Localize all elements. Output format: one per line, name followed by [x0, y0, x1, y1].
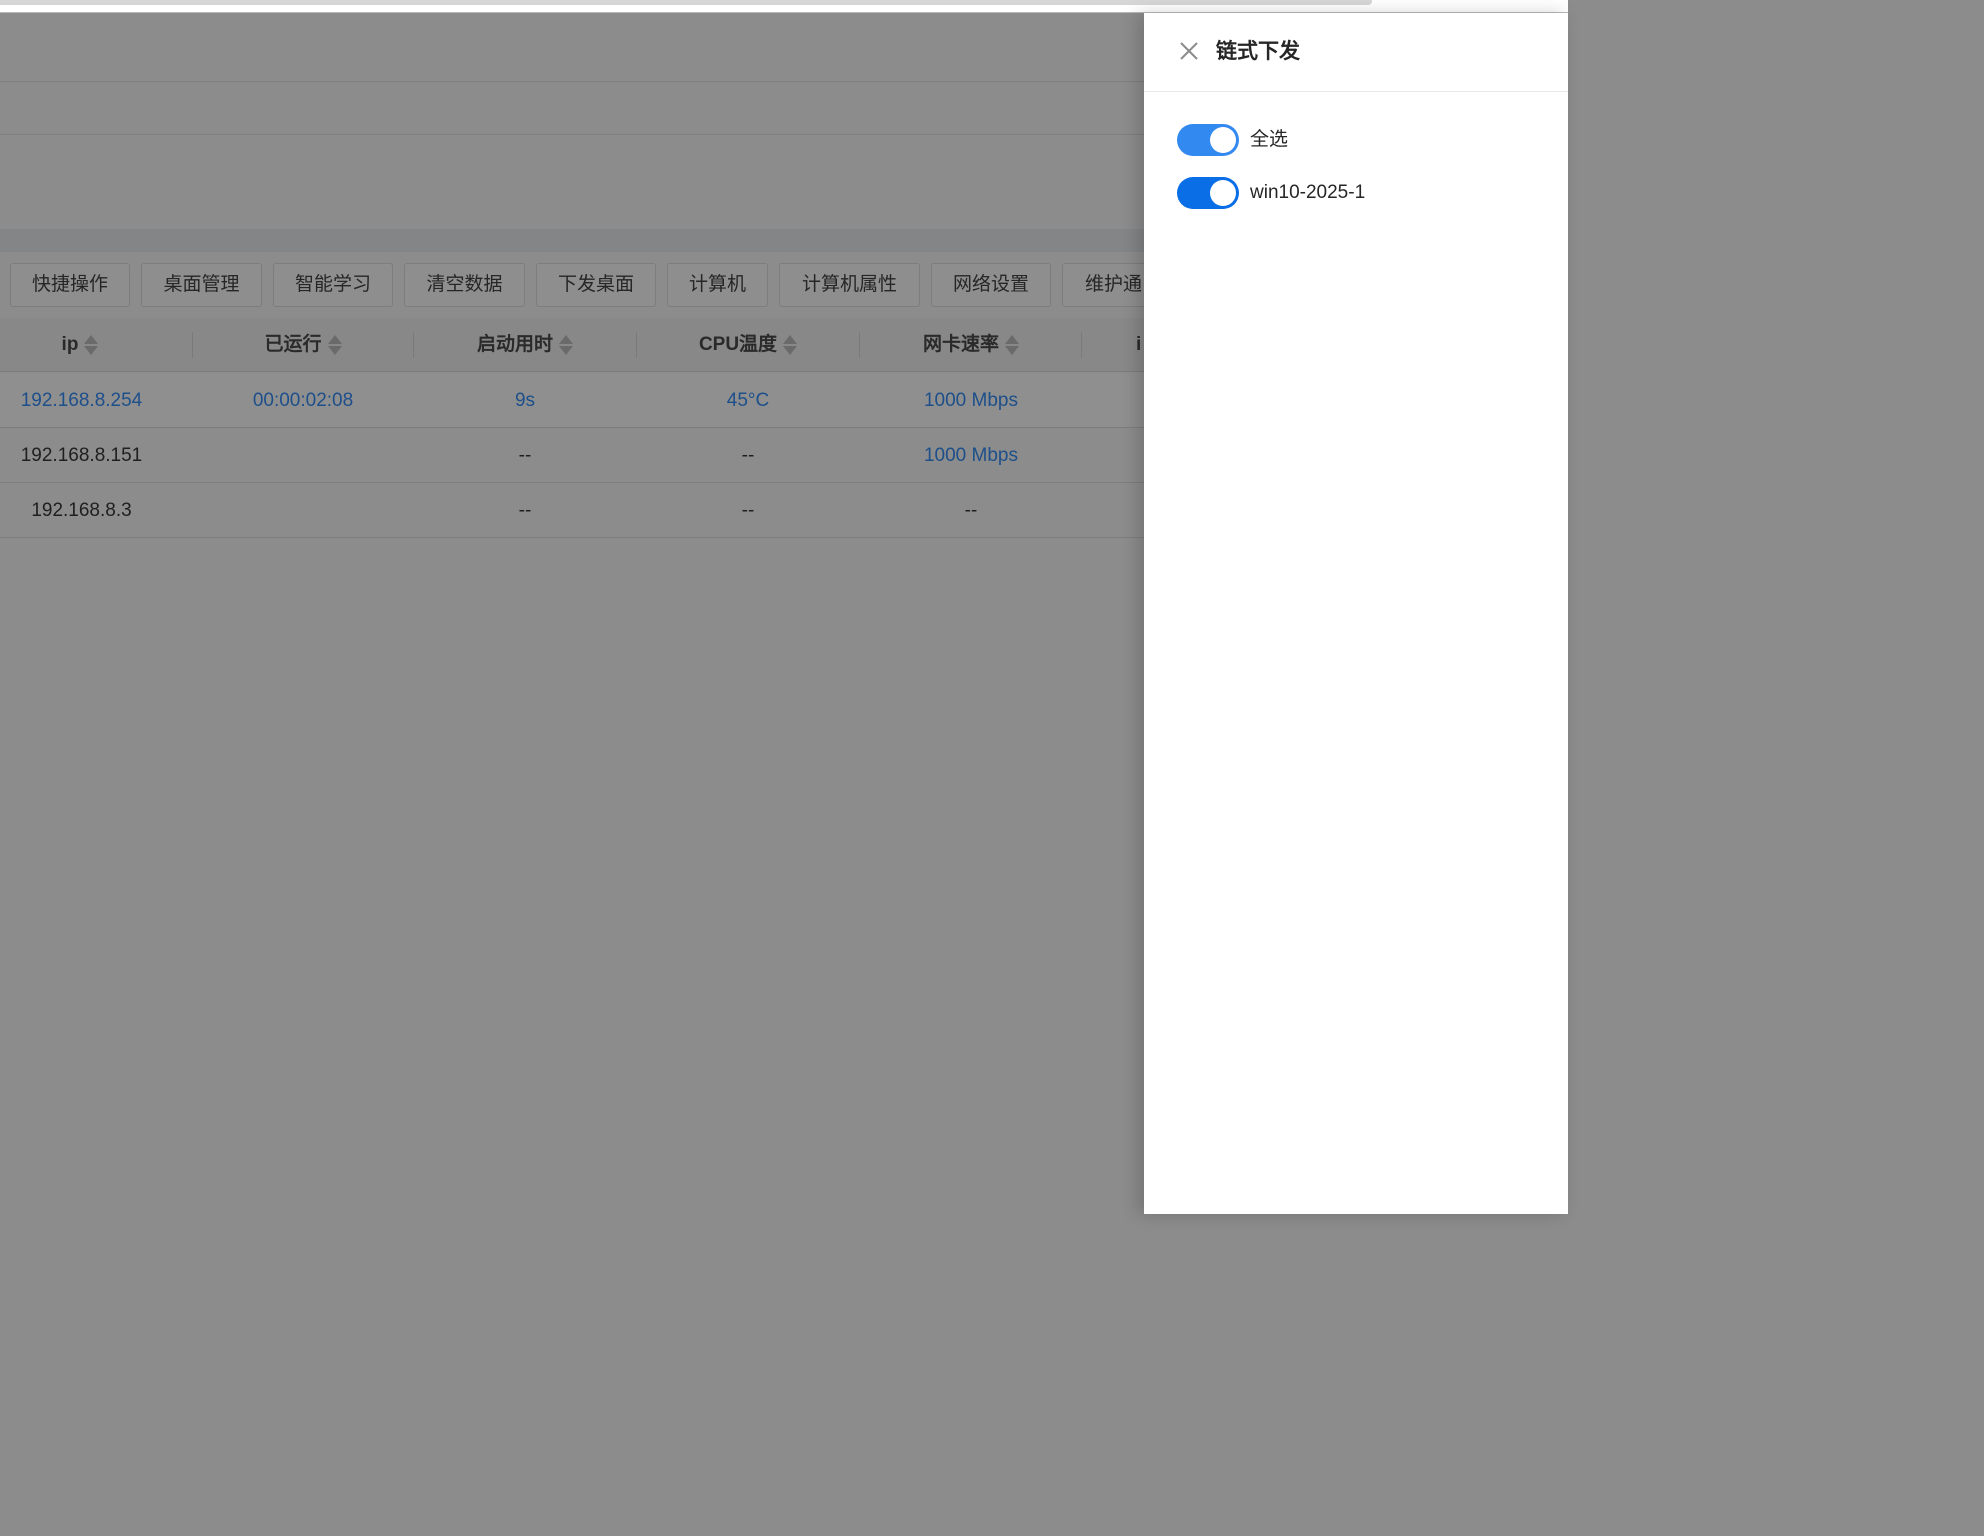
select-all-row: 全选 [1177, 124, 1537, 156]
maintenance-channel-button[interactable]: 维护通 [1062, 263, 1144, 307]
quick-actions-button[interactable]: 快捷操作 [10, 263, 130, 307]
sort-icon[interactable] [84, 334, 99, 356]
desktop-option-switch[interactable] [1177, 177, 1239, 209]
background-page: 快捷操作 桌面管理 智能学习 清空数据 下发桌面 计算机 计算机属性 网络设置 … [0, 13, 1144, 1214]
sort-icon[interactable] [1005, 334, 1019, 356]
sort-icon[interactable] [783, 334, 798, 356]
table-row[interactable]: 192.168.8.3 -- -- -- [0, 483, 1144, 538]
cell-nic-speed: -- [964, 500, 978, 521]
sort-icon[interactable] [327, 334, 342, 356]
cell-boot-time: 9s [514, 390, 536, 411]
cell-ip[interactable]: 192.168.8.254 [0, 373, 163, 428]
column-header-uptime[interactable]: 已运行 [193, 318, 413, 372]
switch-knob [1210, 127, 1236, 153]
computer-button[interactable]: 计算机 [667, 263, 768, 307]
column-header-truncated[interactable]: i [1136, 318, 1144, 372]
desktop-management-button[interactable]: 桌面管理 [141, 263, 262, 307]
cell-nic-speed: 1000 Mbps [923, 445, 1018, 466]
cell-cpu-temp: -- [741, 500, 755, 521]
clear-data-button[interactable]: 清空数据 [404, 263, 525, 307]
column-header-nic-speed[interactable]: 网卡速率 [860, 318, 1082, 372]
push-desktop-button[interactable]: 下发桌面 [536, 263, 656, 307]
switch-knob [1210, 180, 1236, 206]
network-settings-button[interactable]: 网络设置 [931, 263, 1051, 307]
smart-learning-button[interactable]: 智能学习 [273, 263, 393, 307]
cell-boot-time: -- [518, 445, 532, 466]
cell-nic-speed: 1000 Mbps [923, 390, 1018, 411]
section-divider [0, 229, 1144, 252]
header-band [0, 13, 1144, 82]
drawer-title: 链式下发 [1216, 40, 1300, 63]
filter-band [0, 82, 1144, 135]
table-row[interactable]: 192.168.8.254 00:00:02:08 9s 45°C 1000 M… [0, 373, 1144, 428]
column-divider [1081, 332, 1082, 358]
sort-icon[interactable] [559, 334, 573, 356]
select-all-label: 全选 [1250, 129, 1289, 150]
drawer-header: 链式下发 [1144, 13, 1568, 92]
table-row[interactable]: 192.168.8.151 -- -- 1000 Mbps [0, 428, 1144, 483]
cell-uptime [193, 483, 413, 538]
desktop-option-label: win10-2025-1 [1250, 182, 1366, 203]
computer-properties-button[interactable]: 计算机属性 [779, 263, 920, 307]
cell-cpu-temp: 45°C [726, 390, 770, 411]
close-icon[interactable] [1178, 40, 1200, 62]
column-header-cpu-temp[interactable]: CPU温度 [637, 318, 859, 372]
cell-ip[interactable]: 192.168.8.151 [0, 428, 163, 483]
action-toolbar: 快捷操作 桌面管理 智能学习 清空数据 下发桌面 计算机 计算机属性 网络设置 … [0, 252, 1144, 318]
desktop-option-row: win10-2025-1 [1177, 177, 1537, 209]
cell-boot-time: -- [518, 500, 532, 521]
cell-uptime [193, 428, 413, 483]
cell-cpu-temp: -- [741, 445, 755, 466]
column-header-ip[interactable]: ip [0, 318, 160, 372]
table-header: ip 已运行 启动用时 CPU温度 网卡速率 i [0, 318, 1144, 372]
column-header-boot-time[interactable]: 启动用时 [414, 318, 636, 372]
select-all-switch[interactable] [1177, 124, 1239, 156]
horizontal-scrollbar[interactable] [0, 0, 1372, 5]
browser-top-strip [0, 0, 1568, 13]
cell-ip[interactable]: 192.168.8.3 [0, 483, 163, 538]
chain-dispatch-drawer: 链式下发 全选 win10-2025-1 [1144, 13, 1568, 1214]
cell-uptime: 00:00:02:08 [252, 390, 354, 411]
